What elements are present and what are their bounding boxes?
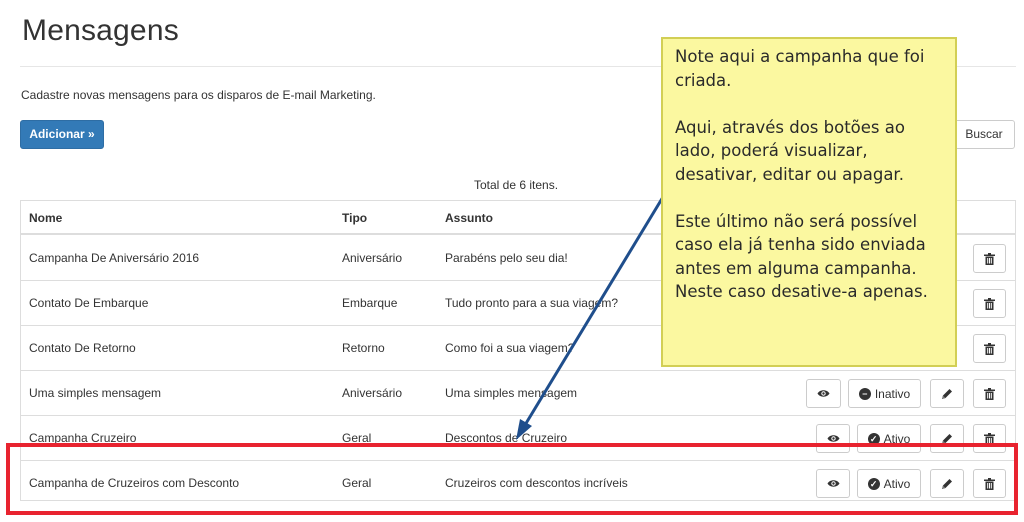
trash-icon <box>984 387 995 400</box>
delete-button[interactable] <box>973 379 1006 408</box>
note-line-1: Note aqui a campanha que foi criada. <box>675 47 925 90</box>
column-header-nome[interactable]: Nome <box>29 211 62 225</box>
page-title: Mensagens <box>22 14 179 47</box>
row-nome: Uma simples mensagem <box>29 386 162 400</box>
new-campaign-highlight <box>6 443 1018 515</box>
delete-button[interactable] <box>973 244 1006 273</box>
status-label: Inativo <box>874 386 911 401</box>
minus-circle-icon: − <box>858 387 871 400</box>
trash-icon <box>984 342 995 355</box>
row-assunto: Uma simples mensagem <box>445 386 578 400</box>
trash-icon <box>984 297 995 310</box>
trash-icon <box>984 252 995 265</box>
row-nome: Campanha De Aniversário 2016 <box>29 251 200 265</box>
add-button[interactable]: Adicionar » <box>20 120 104 149</box>
column-header-tipo[interactable]: Tipo <box>342 211 367 225</box>
row-tipo: Embarque <box>342 296 398 310</box>
row-tipo: Retorno <box>342 341 385 355</box>
annotation-note: Note aqui a campanha que foi criada. Aqu… <box>661 37 957 367</box>
eye-icon <box>817 390 830 397</box>
eye-icon <box>827 435 839 442</box>
row-assunto: Tudo pronto para a sua viagem? <box>445 296 618 310</box>
delete-button[interactable] <box>973 289 1006 318</box>
row-nome: Contato De Embarque <box>29 296 149 310</box>
pencil-icon <box>942 388 952 399</box>
total-items-label: Total de 6 itens. <box>474 178 559 192</box>
note-line-2: Aqui, através dos botões ao lado, poderá… <box>675 117 905 184</box>
row-assunto: Como foi a sua viagem? <box>445 341 575 355</box>
delete-button[interactable] <box>973 334 1006 363</box>
view-button[interactable] <box>806 379 841 408</box>
row-tipo: Aniversário <box>342 386 403 400</box>
row-tipo: Aniversário <box>342 251 403 265</box>
search-button[interactable]: Buscar <box>953 120 1015 149</box>
page-subtitle: Cadastre novas mensagens para os disparo… <box>21 88 376 102</box>
row-nome: Contato De Retorno <box>29 341 136 355</box>
column-header-assunto[interactable]: Assunto <box>445 211 493 225</box>
status-toggle-button[interactable]: − Inativo <box>848 379 921 408</box>
table-row: Uma simples mensagem Aniversário Uma sim… <box>21 371 1015 416</box>
edit-button[interactable] <box>930 379 964 408</box>
row-assunto: Parabéns pelo seu dia! <box>445 251 568 265</box>
note-line-3: Este último não será possível caso ela j… <box>675 211 928 302</box>
